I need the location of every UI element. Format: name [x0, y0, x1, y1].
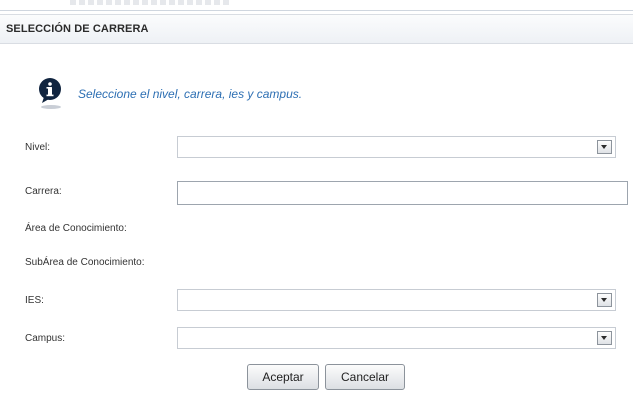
campus-dropdown-button[interactable] [597, 331, 612, 345]
background-window-strip [0, 0, 633, 11]
chevron-down-icon [601, 145, 607, 149]
carrera-input[interactable] [177, 181, 628, 205]
career-selection-dialog: SELECCIÓN DE CARRERA Seleccione el nivel… [0, 14, 633, 405]
cancel-button[interactable]: Cancelar [325, 364, 405, 390]
campus-label: Campus: [25, 333, 66, 344]
carrera-label: Carrera: [25, 186, 62, 197]
nivel-select[interactable] [177, 136, 616, 158]
ies-label: IES: [25, 295, 44, 306]
page: SELECCIÓN DE CARRERA Seleccione el nivel… [0, 0, 633, 405]
area-conocimiento-label: Área de Conocimiento: [25, 223, 127, 234]
subarea-conocimiento-label: SubÁrea de Conocimiento: [25, 257, 145, 268]
chevron-down-icon [601, 336, 607, 340]
nivel-dropdown-button[interactable] [597, 140, 612, 154]
ies-dropdown-button[interactable] [597, 293, 612, 307]
dialog-title: SELECCIÓN DE CARRERA [6, 23, 149, 35]
info-icon [39, 78, 61, 109]
background-window-text [70, 0, 230, 5]
chevron-down-icon [601, 298, 607, 302]
dialog-header: SELECCIÓN DE CARRERA [0, 14, 633, 44]
campus-select[interactable] [177, 327, 616, 349]
nivel-label: Nivel: [25, 142, 51, 153]
info-text: Seleccione el nivel, carrera, ies y camp… [78, 87, 303, 101]
dialog-body: Seleccione el nivel, carrera, ies y camp… [0, 43, 633, 405]
accept-button[interactable]: Aceptar [247, 364, 319, 390]
ies-select[interactable] [177, 289, 616, 311]
